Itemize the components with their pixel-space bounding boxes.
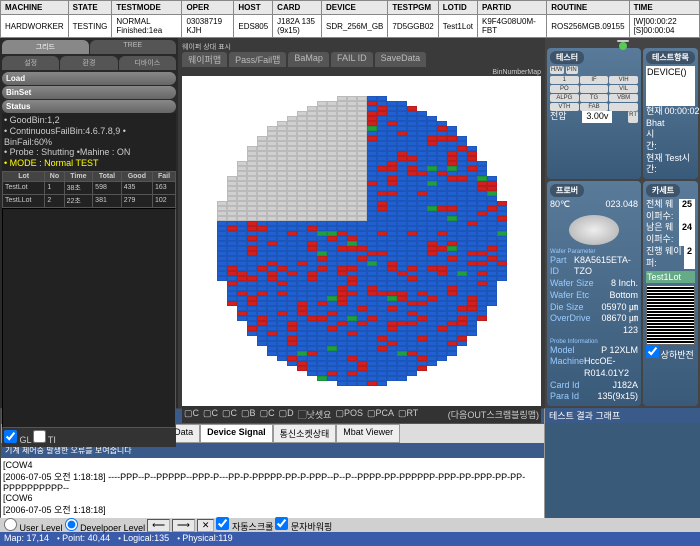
testitem-box: 테스트항목 DEVICE() 현재 Bhat시간:00:00:02 현재 Tes… [643, 48, 698, 179]
tab-grid[interactable]: 그리드 [2, 40, 89, 54]
result-panel: 테스트 결과 그래프 [545, 408, 700, 518]
debug-tab-4[interactable]: Mbat Viewer [336, 424, 400, 443]
lot-grid-area [2, 208, 176, 428]
center-toolbar: ▢C▢C▢C▢B▢C▢D▢낫셋요▢POS▢PCA▢RT(다음OUT스크램블링맵) [182, 406, 541, 423]
signal-tower-icon [617, 40, 629, 42]
center-tab-0[interactable]: 웨이퍼맵 [182, 52, 227, 67]
center-tab-3[interactable]: FAIL ID [331, 52, 373, 67]
center-tab-1[interactable]: Pass/Fail맵 [229, 52, 286, 67]
status-section[interactable]: Status [2, 100, 176, 113]
binset-section[interactable]: BinSet [2, 86, 176, 99]
flip-toggle[interactable]: 상하반전 [646, 354, 694, 360]
status-content: • GoodBin:1,2• ContinuousFailBin:4.6.7.8… [2, 113, 176, 171]
right-panel: 테스터 H/WPIN 1IFVIHPOVILALPGTGVBMVTHFAB 전압… [545, 38, 700, 408]
subtab-device[interactable]: 디바이스 [119, 56, 176, 70]
center-panel: 웨이퍼 상대 표시 웨이퍼맵Pass/Fail맵BaMapFAIL IDSave… [178, 38, 545, 408]
prober-box: 프로버 80℃023.048 Wafer Parameter Part IDK8… [547, 181, 641, 406]
left-panel: 그리드 TREE 설정 환경 디바이스 Load BinSet Status •… [0, 38, 178, 408]
center-tab-2[interactable]: BaMap [288, 52, 329, 67]
dev-level[interactable]: Develpoer Level [65, 518, 146, 533]
status-bar: User Level Develpoer Level ⟵⟶✕ 자동스크롤 문자바… [0, 518, 700, 532]
hw-tab[interactable]: H/W [550, 66, 564, 74]
cassette-image [646, 285, 695, 345]
subtab-settings[interactable]: 설정 [2, 56, 59, 70]
header-info-table: MACHINESTATETESTMODEOPERHOSTCARDDEVICETE… [0, 0, 700, 38]
binmap-label: BinNumberMap [182, 69, 541, 76]
tester-box: 테스터 H/WPIN 1IFVIHPOVILALPGTGVBMVTHFAB 전압… [547, 48, 641, 179]
center-tab-4[interactable]: SaveData [375, 52, 427, 67]
debug-tab-2[interactable]: Device Signal [200, 424, 273, 443]
debug-tab-3[interactable]: 통신소켓상태 [273, 424, 337, 443]
footer-bar: Map: 17,14• Point: 40,44• Logical:135• P… [0, 532, 700, 546]
log-area[interactable]: [COW4[2006-07-05 오전 1:18:18] ----PPP--P-… [1, 458, 544, 518]
ti-toggle[interactable]: TI [33, 430, 56, 445]
pin-tab[interactable]: PIN [566, 66, 578, 74]
user-level[interactable]: User Level [4, 518, 63, 533]
gl-toggle[interactable]: GL [4, 430, 32, 445]
lot-table: LotNoTimeTotalGoodFail TestLot138초598435… [2, 171, 176, 208]
subtab-env[interactable]: 환경 [60, 56, 117, 70]
disc-icon [569, 215, 619, 245]
cassette-box: 카세트 전체 웨이퍼수:25남은 웨이퍼수:24진행 웨이퍼:2 Test1Lo… [643, 181, 698, 406]
load-section[interactable]: Load [2, 72, 176, 85]
wrap[interactable]: 문자바워핑 [275, 517, 332, 533]
wafer-map[interactable] [182, 76, 541, 406]
autoscroll[interactable]: 자동스크롤 [216, 517, 273, 533]
lot-label: Test1Lot [646, 271, 695, 283]
rt-button[interactable]: RT [628, 111, 638, 123]
tab-tree[interactable]: TREE [90, 40, 177, 54]
